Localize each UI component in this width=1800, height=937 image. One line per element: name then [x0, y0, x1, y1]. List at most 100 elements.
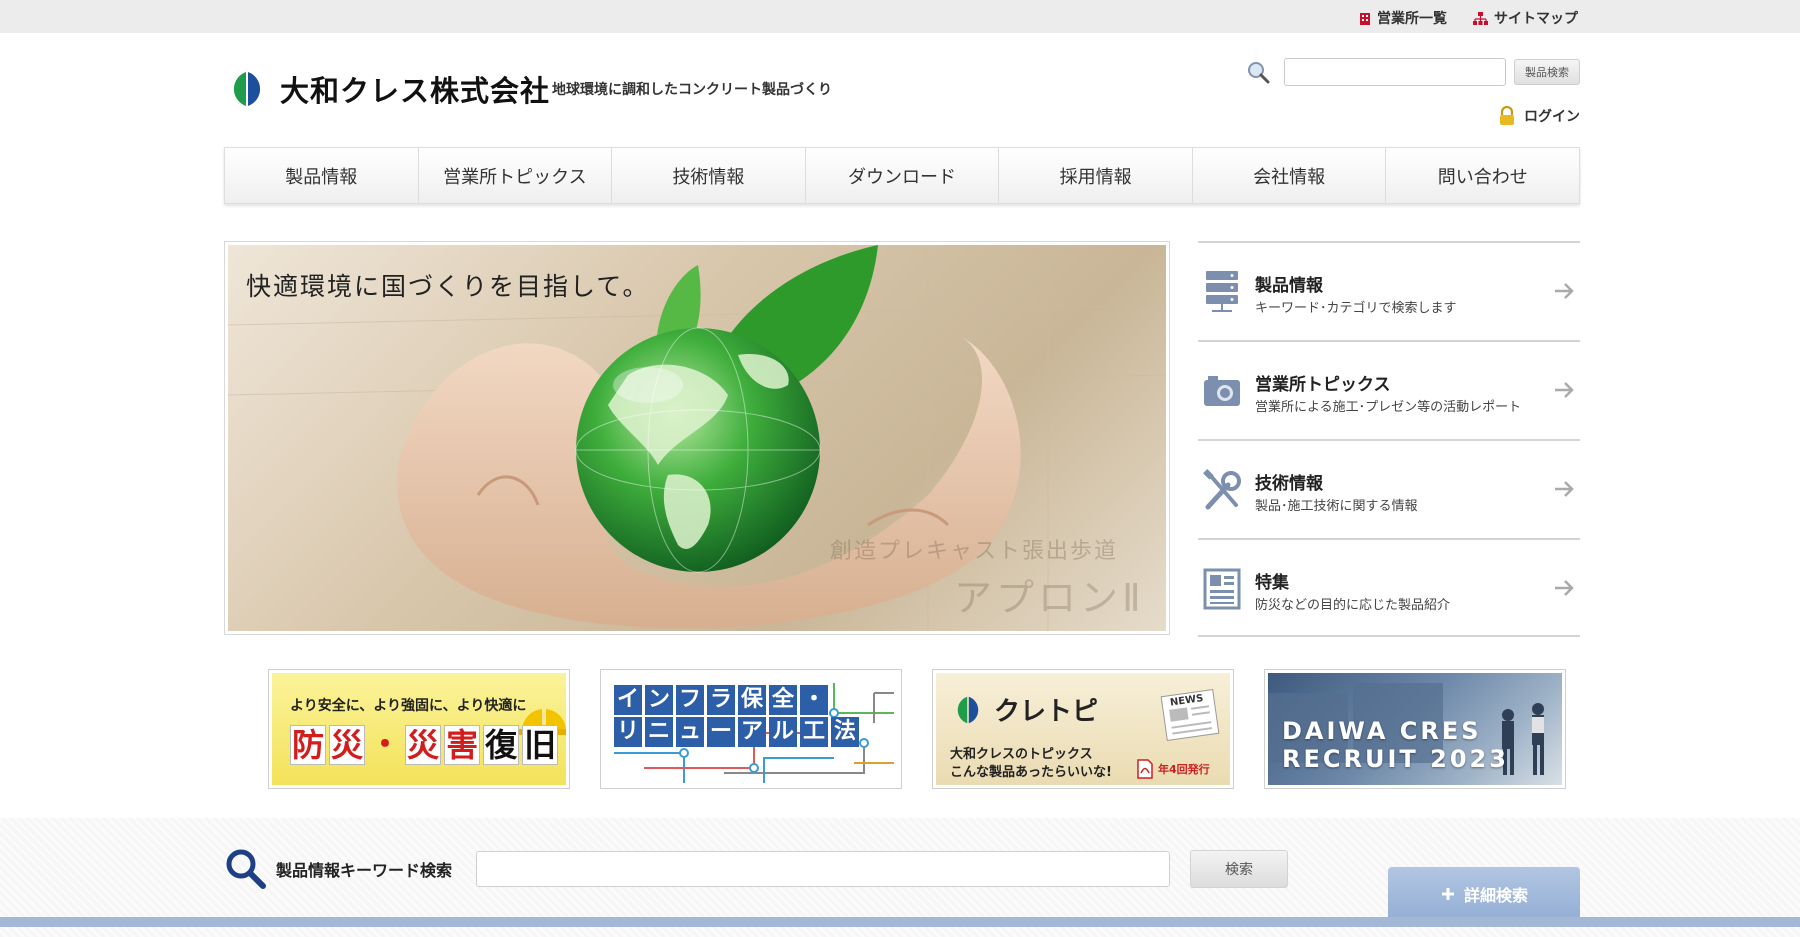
arrow-right-icon — [1555, 382, 1574, 398]
banner-disaster-char: 防 — [290, 725, 327, 765]
kuretopi-pdf-label: 年4回発行 — [1158, 763, 1210, 776]
banner-disaster-main: 防 災 ・ 災 害 復 旧 — [290, 725, 559, 765]
banner-infra-char: イ — [614, 685, 642, 715]
arrow-right-icon — [1555, 481, 1574, 497]
banner-infra-line1: イ ン フ ラ 保 全 ・ — [614, 685, 828, 715]
banner-disaster-recovery-image: より安全に、より強固に、より快適に 防 災 ・ 災 害 復 旧 — [272, 673, 566, 785]
login-link[interactable]: ログイン — [1498, 106, 1580, 126]
side-menu: 製品情報 キーワード･カテゴリで検索します 営業所トピックス 営業所による施工･… — [1198, 241, 1580, 637]
banner-infra-char: ラ — [707, 685, 735, 715]
banner-infra-char: ・ — [800, 685, 828, 715]
side-item-special-title: 特集 — [1255, 573, 1289, 593]
product-search-button[interactable]: 製品検索 — [1514, 59, 1580, 85]
side-item-technical[interactable]: 技術情報 製品･施工技術に関する情報 — [1198, 439, 1580, 538]
side-item-office-topics-title: 営業所トピックス — [1255, 375, 1391, 395]
banner-recruit-image: DAIWA CRES RECRUIT 2023 — [1268, 673, 1562, 785]
camera-icon — [1204, 376, 1240, 406]
recruit-line2: RECRUIT 2023 — [1282, 745, 1509, 773]
banner-disaster-char: 災 — [329, 725, 366, 765]
nav-item-office-topics[interactable]: 営業所トピックス — [419, 148, 613, 203]
banner-infra-char: 保 — [738, 685, 766, 715]
newspaper-icon: NEWS — [1160, 689, 1220, 741]
company-logo[interactable]: 大和クレス株式会社 — [224, 68, 550, 110]
plus-icon — [1441, 888, 1454, 900]
bottom-rule — [0, 917, 1800, 927]
kuretopi-line2: こんな製品あったらいいな! — [950, 765, 1112, 780]
layout-icon — [1203, 568, 1241, 610]
offices-link-label: 営業所一覧 — [1377, 11, 1447, 27]
hero-watermark-line1: 創造プレキャスト張出歩道 — [830, 539, 1119, 564]
nav-item-contact[interactable]: 問い合わせ — [1386, 148, 1579, 203]
hero-caption: 快適環境に国づくりを目指して。 — [246, 272, 650, 301]
kuretopi-pdf: 年4回発行 — [1136, 759, 1210, 779]
side-item-products-title: 製品情報 — [1255, 276, 1323, 296]
utility-bar: 営業所一覧 サイトマップ — [0, 0, 1800, 33]
recruit-line1: DAIWA CRES — [1282, 717, 1482, 745]
banner-infra-char: 工 — [800, 717, 828, 747]
side-item-products[interactable]: 製品情報 キーワード･カテゴリで検索します — [1198, 241, 1580, 340]
detail-search-tab[interactable]: 詳細検索 — [1388, 867, 1580, 921]
banner-kuretopi[interactable]: クレトピ NEWS 大和クレスのトピックス こんな製品あったらいいな! 年4回発… — [932, 669, 1234, 789]
side-item-office-topics-desc: 営業所による施工･プレゼン等の活動レポート — [1255, 400, 1522, 415]
keyword-search-button[interactable]: 検索 — [1190, 850, 1289, 888]
side-item-technical-title: 技術情報 — [1255, 474, 1323, 494]
kuretopi-logo: クレトピ — [950, 691, 1098, 728]
banner-row: より安全に、より強固に、より快適に 防 災 ・ 災 害 復 旧 イ ン フ ラ … — [268, 669, 1566, 789]
banner-kuretopi-image: クレトピ NEWS 大和クレスのトピックス こんな製品あったらいいな! 年4回発… — [936, 673, 1230, 785]
nav-item-products[interactable]: 製品情報 — [225, 148, 419, 203]
banner-infra-char: ー — [707, 717, 735, 747]
building-icon — [1360, 12, 1370, 25]
magnifier-icon — [226, 849, 266, 889]
banner-infra-renewal[interactable]: イ ン フ ラ 保 全 ・ リ ニ ュ ー ア ル 工 法 — [600, 669, 902, 789]
sitemap-link[interactable]: サイトマップ — [1473, 8, 1578, 28]
banner-disaster-char: 害 — [444, 725, 481, 765]
banner-infra-char: ル — [769, 717, 797, 747]
global-nav: 製品情報 営業所トピックス 技術情報 ダウンロード 採用情報 会社情報 問い合わ… — [224, 147, 1580, 204]
banner-disaster-char: 復 — [483, 725, 520, 765]
offices-link[interactable]: 営業所一覧 — [1359, 8, 1447, 28]
header-search-input[interactable] — [1284, 58, 1506, 86]
tagline: 地球環境に調和したコンクリート製品づくり — [552, 82, 832, 98]
hero-slideshow[interactable]: 快適環境に国づくりを目指して。 創造プレキャスト張出歩道 アプロンⅡ — [224, 241, 1170, 635]
kuretopi-title: クレトピ — [994, 697, 1099, 727]
side-item-special-desc: 防災などの目的に応じた製品紹介 — [1255, 598, 1451, 613]
detail-search-label: 詳細検索 — [1463, 886, 1528, 905]
sitemap-link-label: サイトマップ — [1494, 11, 1578, 27]
banner-infra-char: 全 — [769, 685, 797, 715]
lock-icon — [1500, 106, 1514, 125]
banner-infra-char: 法 — [831, 717, 859, 747]
banner-disaster-char: 災 — [405, 725, 442, 765]
keyword-search-input[interactable] — [476, 851, 1171, 887]
nav-item-download[interactable]: ダウンロード — [806, 148, 1000, 203]
hero-watermark-line2: アプロンⅡ — [954, 576, 1145, 620]
header-search: 製品検索 — [1246, 58, 1580, 86]
banner-infra-char: ア — [738, 717, 766, 747]
search-icon — [1248, 62, 1270, 84]
side-item-special[interactable]: 特集 防災などの目的に応じた製品紹介 — [1198, 538, 1580, 637]
side-item-technical-desc: 製品･施工技術に関する情報 — [1255, 499, 1418, 514]
banner-disaster-char: ・ — [369, 725, 402, 763]
banner-infra-line2: リ ニ ュ ー ア ル 工 法 — [614, 717, 859, 747]
logo-mark-icon — [233, 72, 261, 106]
company-name: 大和クレス株式会社 — [280, 74, 551, 108]
nav-item-recruit[interactable]: 採用情報 — [999, 148, 1193, 203]
kuretopi-line1: 大和クレスのトピックス — [950, 747, 1093, 762]
banner-recruit[interactable]: DAIWA CRES RECRUIT 2023 — [1264, 669, 1566, 789]
pdf-icon — [1137, 759, 1153, 779]
hero-image: 快適環境に国づくりを目指して。 創造プレキャスト張出歩道 アプロンⅡ — [228, 245, 1166, 631]
banner-infra-char: ュ — [676, 717, 704, 747]
banner-infra-char: フ — [676, 685, 704, 715]
nav-item-technical[interactable]: 技術情報 — [612, 148, 806, 203]
banner-infra-char: リ — [614, 717, 642, 747]
arrow-right-icon — [1555, 283, 1574, 299]
sitemap-icon — [1473, 11, 1488, 25]
side-item-products-desc: キーワード･カテゴリで検索します — [1255, 301, 1457, 316]
utility-links: 営業所一覧 サイトマップ — [1359, 8, 1578, 28]
nav-item-company[interactable]: 会社情報 — [1193, 148, 1387, 203]
arrow-right-icon — [1555, 580, 1574, 596]
logo-mark-icon — [957, 696, 979, 723]
banner-disaster-sub: より安全に、より強固に、より快適に — [290, 698, 527, 714]
keyword-search-label: 製品情報キーワード検索 — [276, 861, 453, 880]
side-item-office-topics[interactable]: 営業所トピックス 営業所による施工･プレゼン等の活動レポート — [1198, 340, 1580, 439]
banner-disaster-recovery[interactable]: より安全に、より強固に、より快適に 防 災 ・ 災 害 復 旧 — [268, 669, 570, 789]
